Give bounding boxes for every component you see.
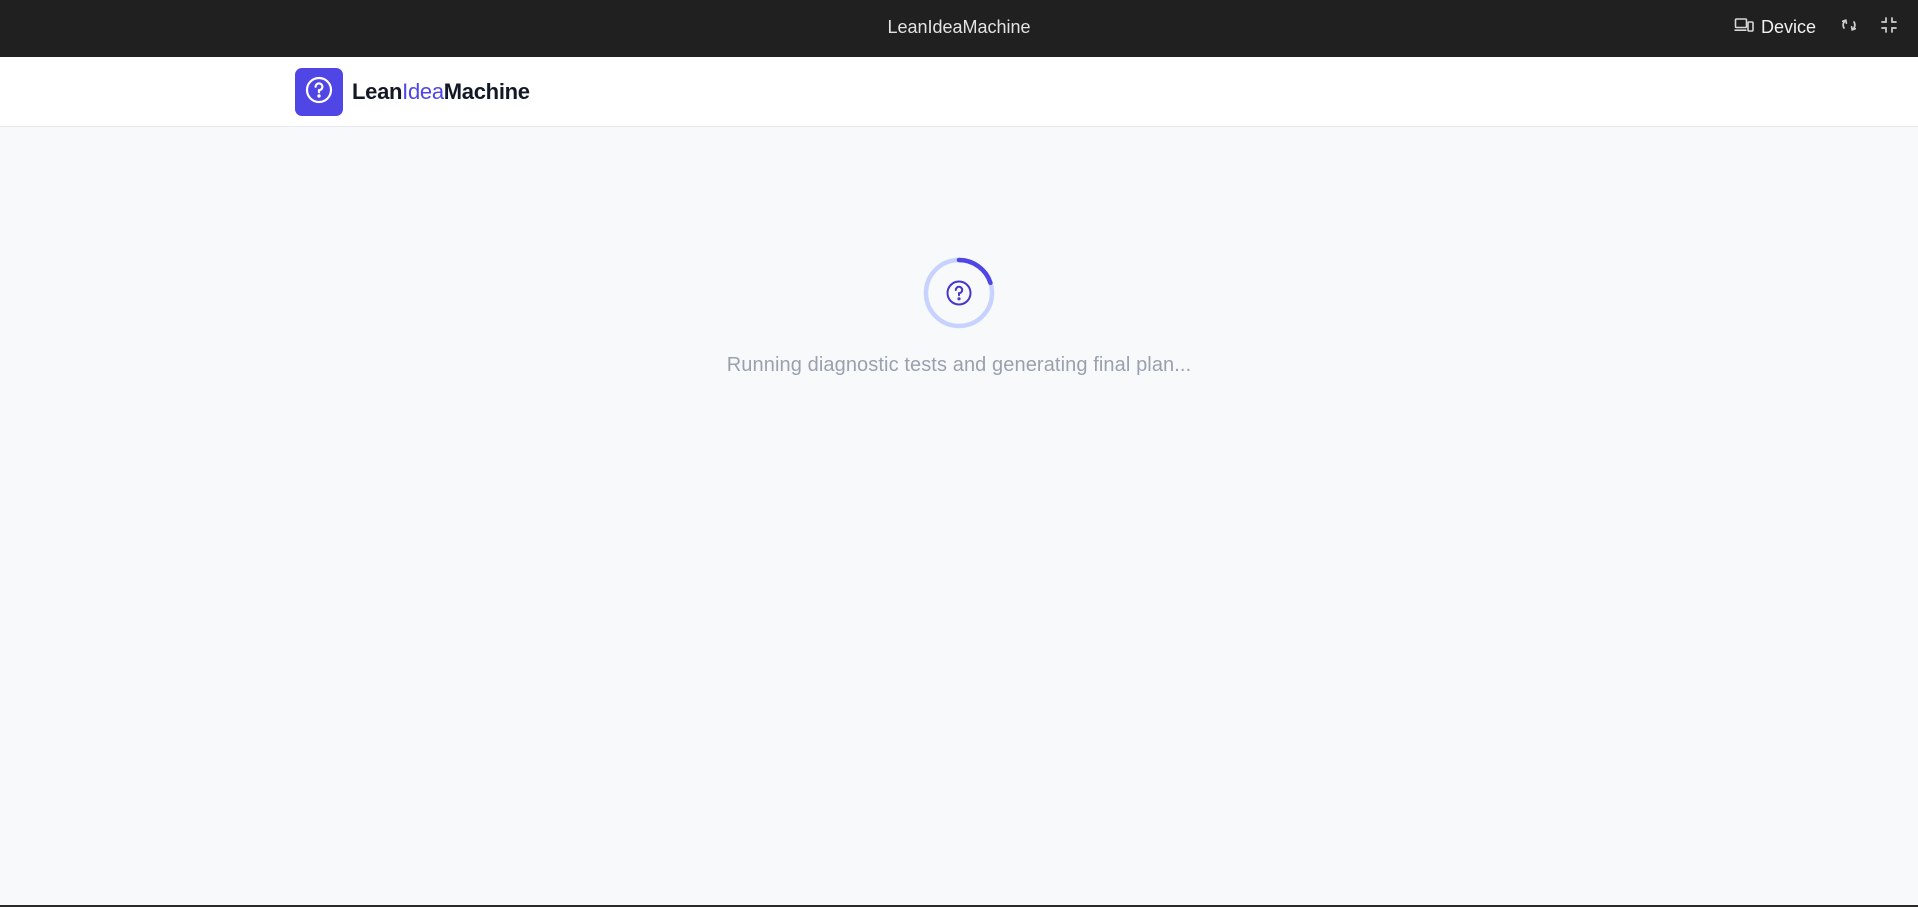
window-title: LeanIdeaMachine	[887, 17, 1031, 37]
loading-spinner	[922, 256, 996, 330]
question-circle-icon	[945, 279, 973, 307]
brand-logo-link[interactable]: LeanIdeaMachine	[295, 68, 530, 116]
brand-mark	[295, 68, 343, 116]
refresh-icon	[1840, 16, 1858, 39]
exit-fullscreen-button[interactable]	[1874, 12, 1904, 42]
top-bar: LeanIdeaMachine Device	[0, 0, 1918, 57]
loading-state: Running diagnostic tests and generating …	[0, 256, 1918, 377]
brand-name: LeanIdeaMachine	[352, 79, 530, 105]
brand-name-idea: Idea	[402, 79, 444, 104]
app-header: LeanIdeaMachine	[0, 57, 1918, 127]
brand-name-lean: Lean	[352, 79, 403, 104]
device-button[interactable]: Device	[1726, 11, 1824, 44]
device-button-label: Device	[1760, 16, 1816, 37]
exit-fullscreen-icon	[1880, 16, 1898, 39]
devices-icon	[1734, 17, 1754, 38]
loading-message: Running diagnostic tests and generating …	[726, 354, 1192, 376]
brand-name-machine: Machine	[443, 79, 530, 104]
topbar-actions: Device	[1726, 0, 1904, 54]
question-circle-icon	[304, 75, 334, 110]
refresh-button[interactable]	[1834, 12, 1864, 42]
